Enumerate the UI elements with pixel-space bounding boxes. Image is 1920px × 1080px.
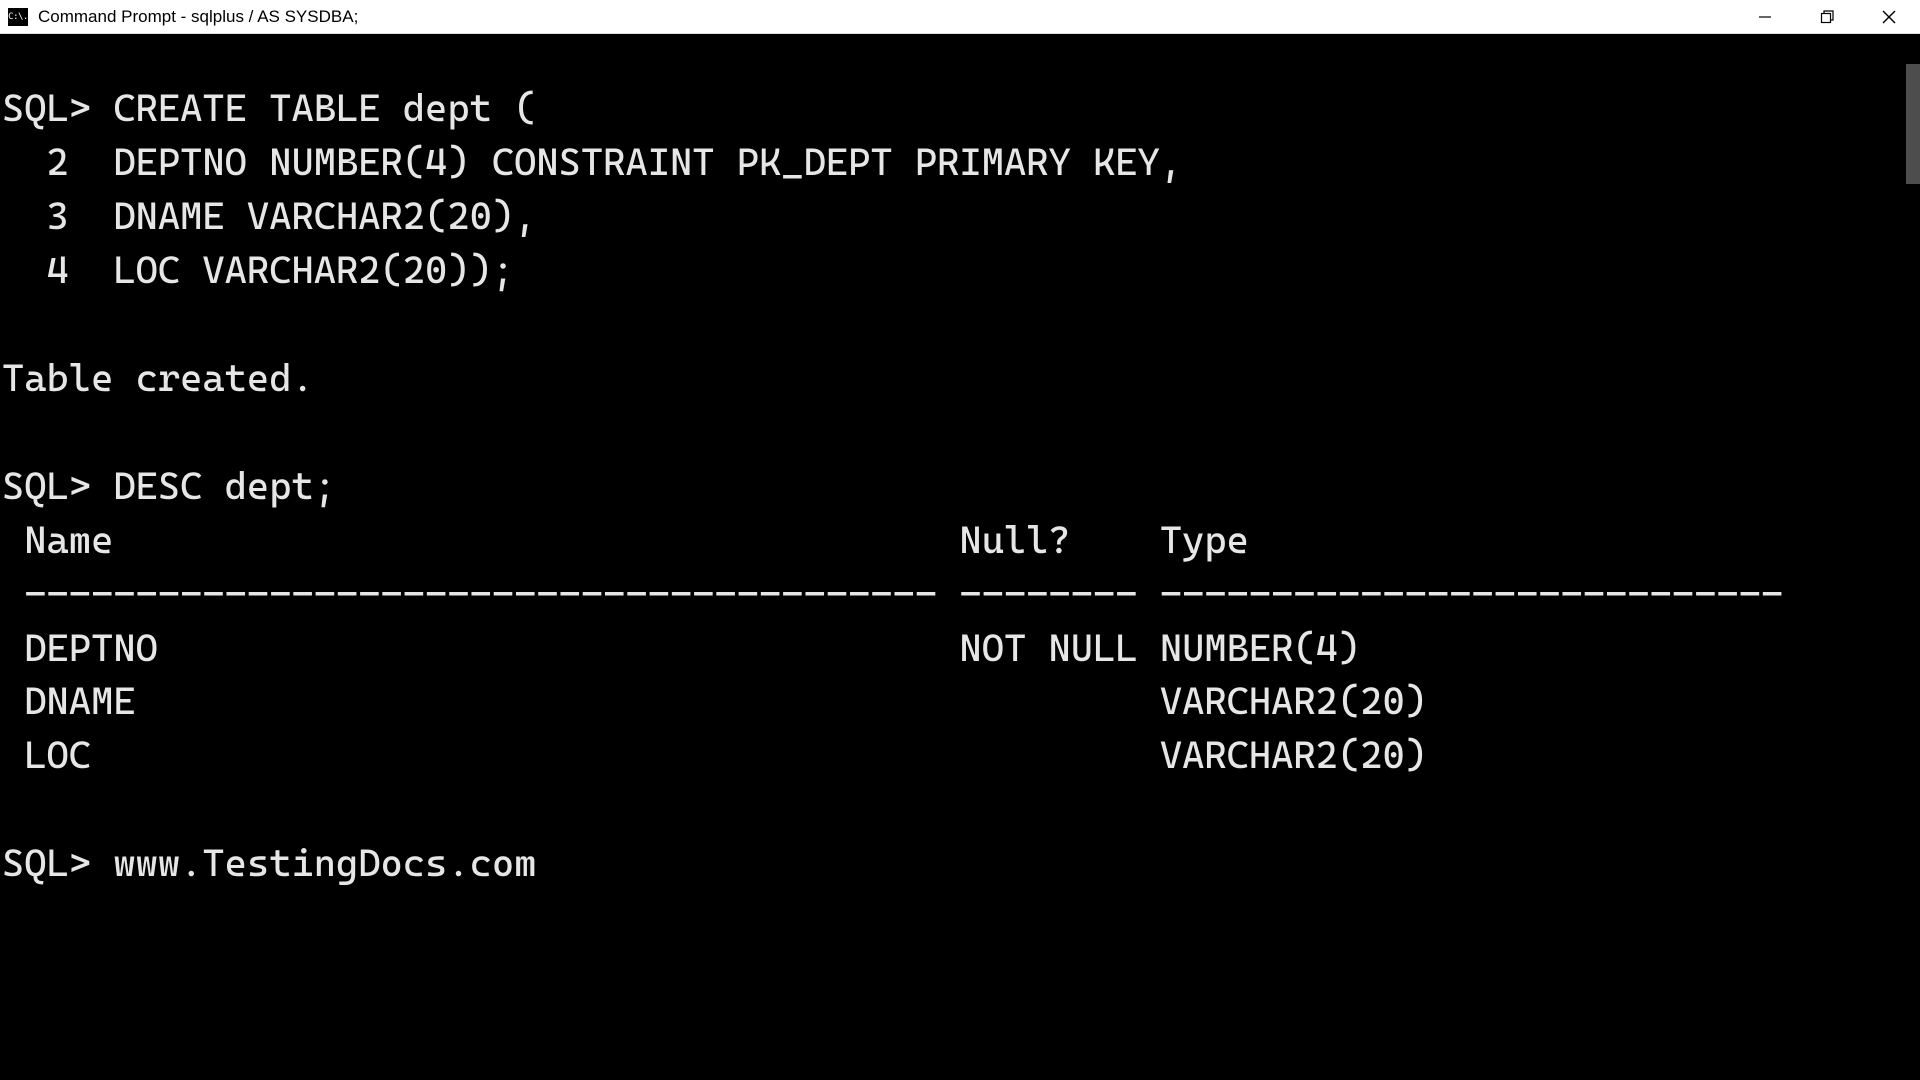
terminal-line: 4 LOC VARCHAR2(20)); bbox=[2, 248, 514, 292]
terminal-line: Table created. bbox=[2, 356, 314, 400]
minimize-icon bbox=[1758, 10, 1772, 24]
maximize-button[interactable] bbox=[1796, 0, 1858, 33]
terminal-line: ----------------------------------------… bbox=[2, 572, 1783, 616]
window-titlebar: C:\. Command Prompt - sqlplus / AS SYSDB… bbox=[0, 0, 1920, 34]
terminal-line: 3 DNAME VARCHAR2(20), bbox=[2, 194, 536, 238]
close-button[interactable] bbox=[1858, 0, 1920, 33]
terminal-line: DNAME VARCHAR2(20) bbox=[2, 679, 1427, 723]
cmd-icon: C:\. bbox=[8, 8, 28, 26]
terminal-output: SQL> CREATE TABLE dept ( 2 DEPTNO NUMBER… bbox=[0, 82, 1920, 891]
scrollbar-thumb[interactable] bbox=[1906, 64, 1920, 184]
minimize-button[interactable] bbox=[1734, 0, 1796, 33]
scrollbar-track[interactable] bbox=[1898, 34, 1920, 1080]
terminal-line: LOC VARCHAR2(20) bbox=[2, 733, 1427, 777]
terminal-line: SQL> CREATE TABLE dept ( bbox=[2, 86, 536, 130]
maximize-icon bbox=[1820, 10, 1834, 24]
terminal-line: SQL> www.TestingDocs.com bbox=[2, 841, 536, 885]
window-title: Command Prompt - sqlplus / AS SYSDBA; bbox=[38, 7, 1734, 27]
cmd-icon-text: C:\. bbox=[8, 12, 28, 22]
terminal-line: DEPTNO NOT NULL NUMBER(4) bbox=[2, 626, 1360, 670]
window-controls bbox=[1734, 0, 1920, 33]
terminal-line: 2 DEPTNO NUMBER(4) CONSTRAINT PK_DEPT PR… bbox=[2, 140, 1182, 184]
terminal-line: SQL> DESC dept; bbox=[2, 464, 336, 508]
terminal-line: Name Null? Type bbox=[2, 518, 1249, 562]
close-icon bbox=[1882, 10, 1896, 24]
terminal-area[interactable]: SQL> CREATE TABLE dept ( 2 DEPTNO NUMBER… bbox=[0, 34, 1920, 1080]
